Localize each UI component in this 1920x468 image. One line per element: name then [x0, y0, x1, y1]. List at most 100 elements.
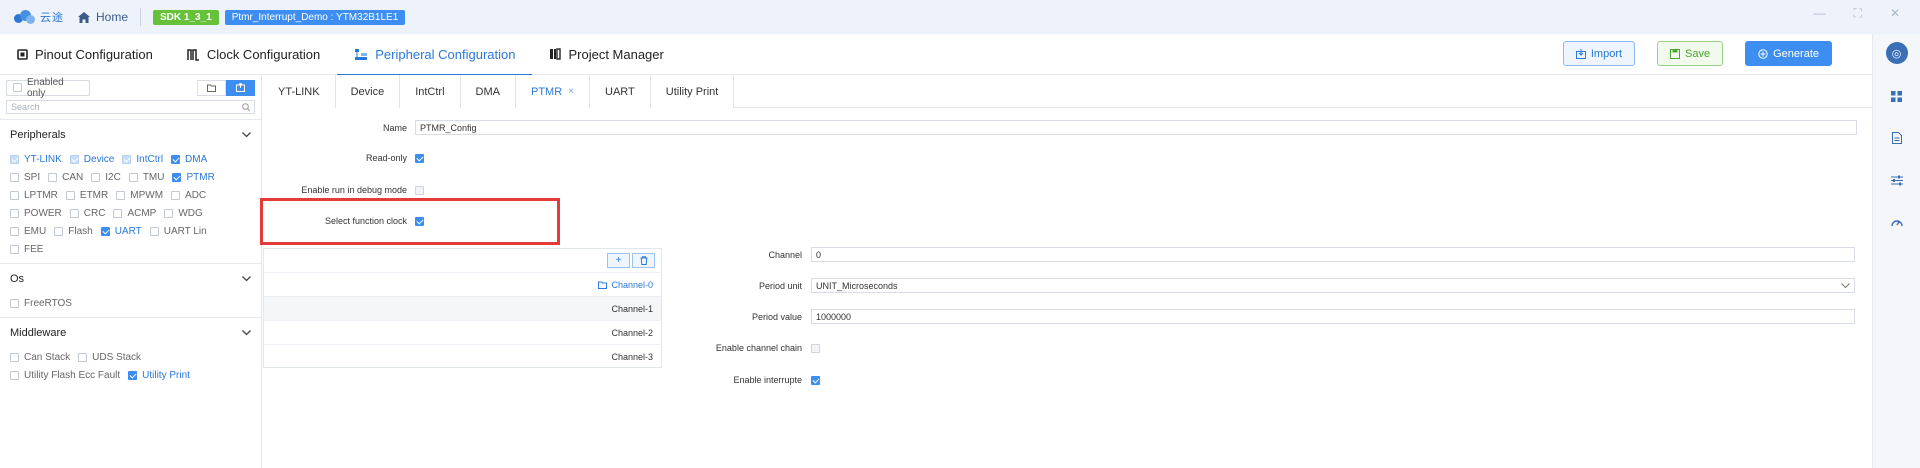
period-value-input[interactable]: 1000000 — [811, 309, 1855, 324]
gauge-icon[interactable] — [1887, 212, 1907, 232]
peripheral-item[interactable]: FEE — [10, 243, 43, 255]
peripheral-item[interactable]: FreeRTOS — [10, 297, 72, 309]
channel-input[interactable]: 0 — [811, 247, 1855, 262]
home-link[interactable]: Home — [78, 10, 128, 24]
sliders-icon[interactable] — [1887, 170, 1907, 190]
peripheral-item[interactable]: MPWM — [116, 189, 163, 201]
item-checkbox[interactable] — [100, 226, 110, 236]
enabled-only-checkbox[interactable] — [13, 83, 22, 92]
peripheral-item[interactable]: LPTMR — [10, 189, 58, 201]
collapse-view-button[interactable] — [197, 79, 226, 96]
item-checkbox[interactable] — [10, 190, 19, 200]
peripheral-item[interactable]: DMA — [171, 153, 207, 165]
subtab-utility-print[interactable]: Utility Print — [650, 75, 735, 108]
enabled-only-toggle[interactable]: Enabled only — [6, 77, 90, 99]
peripheral-item[interactable]: POWER — [10, 207, 62, 219]
item-checkbox[interactable] — [149, 226, 159, 236]
debug-mode-checkbox[interactable] — [415, 185, 424, 195]
peripheral-item[interactable]: WDG — [164, 207, 203, 219]
item-checkbox[interactable] — [78, 352, 88, 362]
subtab-dma[interactable]: DMA — [460, 75, 516, 108]
section-header[interactable]: Os — [0, 264, 261, 294]
peripheral-item[interactable]: SPI — [10, 171, 40, 183]
period-unit-select[interactable]: UNIT_Microseconds — [811, 278, 1855, 293]
save-button[interactable]: Save — [1657, 41, 1724, 66]
channel-list-item[interactable]: Channel-2 — [264, 320, 661, 344]
channel-list-item[interactable]: Channel-1 — [264, 296, 661, 320]
tab-peripheral-configuration[interactable]: Peripheral Configuration — [337, 34, 533, 76]
subtab-yt-link[interactable]: YT-LINK — [263, 75, 336, 108]
peripheral-item[interactable]: Can Stack — [10, 351, 70, 363]
item-checkbox[interactable] — [91, 172, 101, 182]
peripheral-item[interactable]: Utility Flash Ecc Fault — [10, 369, 120, 381]
item-checkbox[interactable] — [10, 172, 19, 182]
item-checkbox[interactable] — [10, 154, 19, 164]
chevron-down-icon[interactable] — [242, 130, 251, 140]
minimize-icon[interactable]: — — [1814, 6, 1826, 21]
item-checkbox[interactable] — [113, 208, 123, 218]
import-button[interactable]: Import — [1562, 41, 1636, 66]
peripheral-item[interactable]: YT-LINK — [10, 153, 62, 165]
delete-channel-button[interactable] — [632, 253, 655, 268]
item-checkbox[interactable] — [128, 172, 138, 182]
item-checkbox[interactable] — [69, 154, 79, 164]
subtab-uart[interactable]: UART — [590, 75, 651, 108]
name-input[interactable]: PTMR_Config — [415, 120, 1857, 135]
add-channel-button[interactable]: + — [607, 253, 630, 268]
item-checkbox[interactable] — [10, 208, 19, 218]
chevron-down-icon[interactable] — [242, 274, 251, 284]
item-checkbox[interactable] — [172, 172, 182, 182]
tab-clock-configuration[interactable]: Clock Configuration — [170, 34, 337, 75]
peripheral-item[interactable]: UART — [100, 225, 142, 237]
subtab-device[interactable]: Device — [335, 75, 401, 108]
avatar-icon[interactable]: ◎ — [1885, 42, 1908, 64]
tab-project-manager[interactable]: Project Manager — [532, 34, 680, 75]
grid-icon[interactable] — [1887, 86, 1907, 106]
peripheral-item[interactable]: Utility Print — [128, 369, 190, 381]
item-checkbox[interactable] — [65, 190, 75, 200]
item-checkbox[interactable] — [10, 244, 19, 254]
expand-view-button[interactable] — [226, 79, 255, 96]
item-checkbox[interactable] — [122, 154, 132, 164]
item-checkbox[interactable] — [164, 208, 174, 218]
item-checkbox[interactable] — [10, 298, 19, 308]
peripheral-item[interactable]: CRC — [69, 207, 105, 219]
peripheral-item[interactable]: UART Lin — [149, 225, 207, 237]
channel-chain-checkbox[interactable] — [811, 343, 820, 353]
item-checkbox[interactable] — [48, 172, 58, 182]
interrupt-checkbox[interactable] — [811, 375, 820, 385]
generate-button[interactable]: Generate — [1745, 41, 1832, 66]
peripheral-item[interactable]: EMU — [10, 225, 46, 237]
item-checkbox[interactable] — [10, 370, 19, 380]
subtab-intctrl[interactable]: IntCtrl — [400, 75, 461, 108]
peripheral-item[interactable]: Flash — [54, 225, 93, 237]
peripheral-item[interactable]: TMU — [128, 171, 164, 183]
peripheral-item[interactable]: ADC — [171, 189, 206, 201]
channel-list-item[interactable]: Channel-3 — [264, 344, 661, 368]
chevron-down-icon[interactable] — [242, 328, 251, 338]
peripheral-item[interactable]: PTMR — [172, 171, 215, 183]
item-checkbox[interactable] — [171, 154, 181, 164]
channel-group-row[interactable]: Channel-0 — [264, 272, 661, 296]
item-checkbox[interactable] — [128, 370, 138, 380]
item-checkbox[interactable] — [10, 352, 19, 362]
item-checkbox[interactable] — [116, 190, 126, 200]
peripheral-item[interactable]: ETMR — [65, 189, 108, 201]
item-checkbox[interactable] — [171, 190, 181, 200]
close-icon[interactable]: ✕ — [1890, 6, 1900, 21]
peripheral-item[interactable]: IntCtrl — [122, 153, 163, 165]
close-tab-icon[interactable]: × — [568, 86, 574, 97]
peripheral-item[interactable]: UDS Stack — [78, 351, 141, 363]
subtab-ptmr[interactable]: PTMR × — [516, 75, 591, 108]
document-icon[interactable] — [1887, 128, 1907, 148]
readonly-checkbox[interactable] — [415, 153, 424, 163]
peripheral-item[interactable]: CAN — [48, 171, 83, 183]
peripheral-item[interactable]: I2C — [91, 171, 121, 183]
peripheral-item[interactable]: ACMP — [113, 207, 156, 219]
item-checkbox[interactable] — [69, 208, 79, 218]
tab-pinout-configuration[interactable]: Pinout Configuration — [0, 34, 170, 75]
section-header[interactable]: Peripherals — [0, 120, 261, 150]
section-header[interactable]: Middleware — [0, 318, 261, 348]
peripheral-item[interactable]: Device — [69, 153, 114, 165]
maximize-icon[interactable]: ⛶ — [1854, 6, 1862, 21]
